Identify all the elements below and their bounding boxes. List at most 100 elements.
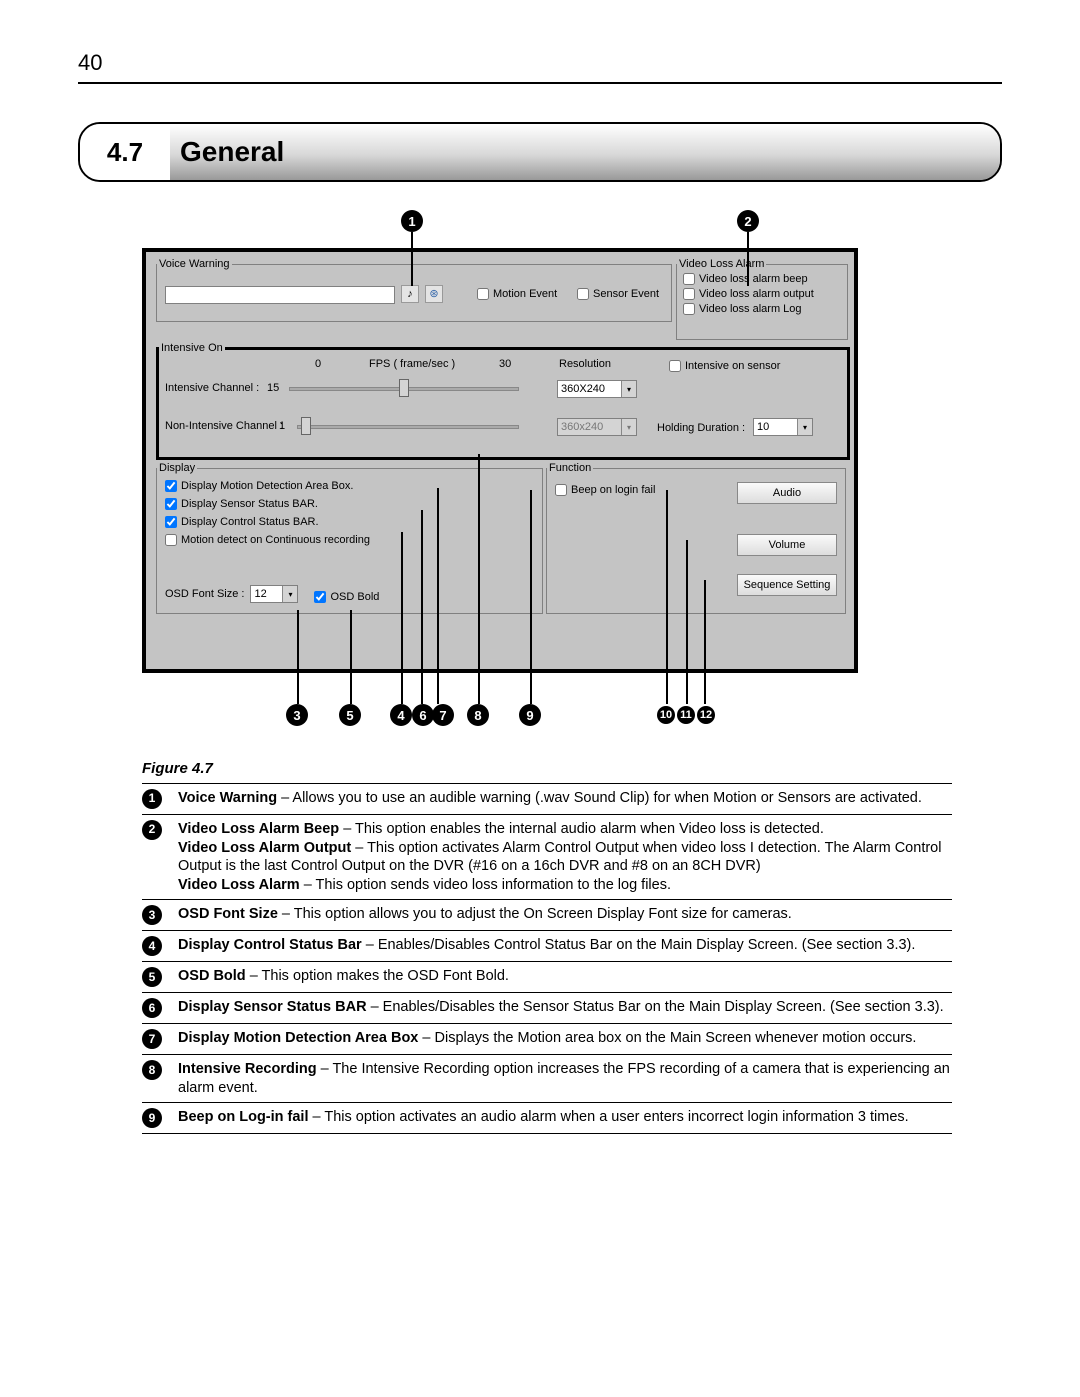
nonintensive-slider-thumb[interactable]	[301, 417, 311, 435]
osd-bold-checkbox[interactable]: OSD Bold	[314, 591, 379, 603]
section-title: General	[170, 124, 1000, 180]
scale-min: 0	[315, 358, 321, 370]
resolution-select[interactable]: 360X240▾	[557, 380, 637, 398]
beep-login-checkbox[interactable]: Beep on login fail	[555, 484, 655, 496]
lead-11	[686, 540, 688, 704]
resolution-select-disabled: 360x240▾	[557, 418, 637, 436]
osd-font-label: OSD Font Size :	[165, 588, 244, 600]
description-row: 2 Video Loss Alarm Beep – This option ena…	[142, 815, 952, 900]
chevron-down-icon: ▾	[282, 586, 297, 602]
holding-duration-select[interactable]: 10▾	[753, 418, 813, 436]
description-row: 6 Display Sensor Status BAR – Enables/Dis…	[142, 993, 952, 1024]
display-group: Display Display Motion Detection Area Bo…	[156, 462, 543, 614]
description-bubble: 1	[142, 789, 162, 809]
volume-button[interactable]: Volume	[737, 534, 837, 556]
intensive-channel-value: 15	[267, 382, 279, 394]
lead-12	[704, 580, 706, 704]
display-motion-box-checkbox[interactable]: Display Motion Detection Area Box.	[165, 480, 542, 492]
callout-5: 5	[339, 704, 361, 726]
lead-2	[747, 232, 749, 286]
section-number: 4.7	[80, 124, 170, 180]
video-loss-alarm-group: Video Loss Alarm Video loss alarm beep V…	[676, 258, 848, 340]
description-bubble: 6	[142, 998, 162, 1018]
vla-log-checkbox[interactable]: Video loss alarm Log	[683, 303, 847, 315]
scale-label: FPS ( frame/sec )	[369, 358, 455, 370]
vla-output-checkbox[interactable]: Video loss alarm output	[683, 288, 847, 300]
description-text: OSD Font Size – This option allows you t…	[178, 905, 952, 924]
description-row: 9 Beep on Log-in fail – This option activ…	[142, 1103, 952, 1134]
lead-10	[666, 490, 668, 704]
description-bubble: 9	[142, 1108, 162, 1128]
osd-font-select[interactable]: 12▾	[250, 585, 298, 603]
audio-button[interactable]: Audio	[737, 482, 837, 504]
motion-event-checkbox[interactable]: Motion Event	[477, 288, 557, 300]
lead-6	[421, 510, 423, 704]
description-row: 4 Display Control Status Bar – Enables/Di…	[142, 931, 952, 962]
description-text: OSD Bold – This option makes the OSD Fon…	[178, 967, 952, 986]
description-bubble: 8	[142, 1060, 162, 1080]
lead-8	[478, 454, 480, 704]
scale-max: 30	[499, 358, 511, 370]
callout-7: 7	[432, 704, 454, 726]
holding-duration-label: Holding Duration :	[657, 422, 745, 434]
description-bubble: 4	[142, 936, 162, 956]
callout-8: 8	[467, 704, 489, 726]
callout-1: 1	[401, 210, 423, 232]
sensor-event-checkbox[interactable]: Sensor Event	[577, 288, 659, 300]
intensive-on-group: Intensive On 0 FPS ( frame/sec ) 30 Inte…	[156, 342, 850, 460]
description-row: 5OSD Bold – This option makes the OSD Fo…	[142, 962, 952, 993]
chevron-down-icon: ▾	[797, 419, 812, 435]
function-legend: Function	[547, 462, 593, 474]
note-icon[interactable]: ♪	[401, 285, 419, 303]
resolution-label: Resolution	[559, 358, 611, 370]
lead-7	[437, 488, 439, 704]
callout-11: 11	[677, 706, 695, 724]
lead-1	[411, 232, 413, 286]
description-text: Video Loss Alarm Beep – This option enab…	[178, 820, 952, 894]
voice-warning-group: Voice Warning ♪ ⊛ Motion Event Sensor Ev…	[156, 258, 672, 322]
display-control-bar-checkbox[interactable]: Display Control Status BAR.	[165, 516, 542, 528]
display-sensor-bar-checkbox[interactable]: Display Sensor Status BAR.	[165, 498, 542, 510]
figure-caption: Figure 4.7	[142, 760, 1002, 777]
description-row: 1Voice Warning – Allows you to use an au…	[142, 783, 952, 815]
manual-page: 4 0 4.7 General 1 2 Voice Warning ♪ ⊛ Mot…	[0, 0, 1080, 1397]
osd-row: OSD Font Size : 12▾ OSD Bold	[165, 585, 379, 603]
intensive-channel-label: Intensive Channel :	[165, 382, 259, 394]
nonintensive-channel-value: 1	[279, 420, 285, 432]
callout-10: 10	[657, 706, 675, 724]
chevron-down-icon: ▾	[621, 419, 636, 435]
intensive-on-sensor-checkbox[interactable]: Intensive on sensor	[669, 360, 780, 372]
description-row: 8 Intensive Recording – The Intensive Rec…	[142, 1055, 952, 1103]
callout-4: 4	[390, 704, 412, 726]
intensive-slider-thumb[interactable]	[399, 379, 409, 397]
lead-4	[401, 532, 403, 704]
description-text: Beep on Log-in fail – This option activa…	[178, 1108, 952, 1127]
description-text: Display Motion Detection Area Box – Disp…	[178, 1029, 952, 1048]
description-text: Intensive Recording – The Intensive Reco…	[178, 1060, 952, 1097]
vla-legend: Video Loss Alarm	[677, 258, 766, 270]
section-header: 4.7 General	[78, 122, 1002, 182]
callout-6: 6	[412, 704, 434, 726]
description-text: Display Control Status Bar – Enables/Dis…	[178, 936, 952, 955]
nonintensive-slider[interactable]	[297, 425, 519, 429]
display-legend: Display	[157, 462, 197, 474]
voice-path-input[interactable]	[165, 286, 395, 304]
vla-beep-checkbox[interactable]: Video loss alarm beep	[683, 273, 847, 285]
description-text: Display Sensor Status BAR – Enables/Disa…	[178, 998, 952, 1017]
globe-icon[interactable]: ⊛	[425, 285, 443, 303]
voice-warning-legend: Voice Warning	[157, 258, 232, 270]
description-bubble: 2	[142, 820, 162, 840]
description-bubble: 3	[142, 905, 162, 925]
nonintensive-channel-label: Non-Intensive Channel :	[165, 420, 283, 432]
lead-5	[350, 610, 352, 704]
motion-continuous-checkbox[interactable]: Motion detect on Continuous recording	[165, 534, 542, 546]
description-bubble: 7	[142, 1029, 162, 1049]
lead-9	[530, 490, 532, 704]
description-row: 7 Display Motion Detection Area Box – Dis…	[142, 1024, 952, 1055]
intensive-legend: Intensive On	[159, 342, 225, 354]
description-row: 3 OSD Font Size – This option allows you …	[142, 900, 952, 931]
screenshot: Voice Warning ♪ ⊛ Motion Event Sensor Ev…	[142, 248, 858, 673]
sequence-setting-button[interactable]: Sequence Setting	[737, 574, 837, 596]
description-list: 1Voice Warning – Allows you to use an au…	[142, 783, 952, 1134]
callout-12: 12	[697, 706, 715, 724]
